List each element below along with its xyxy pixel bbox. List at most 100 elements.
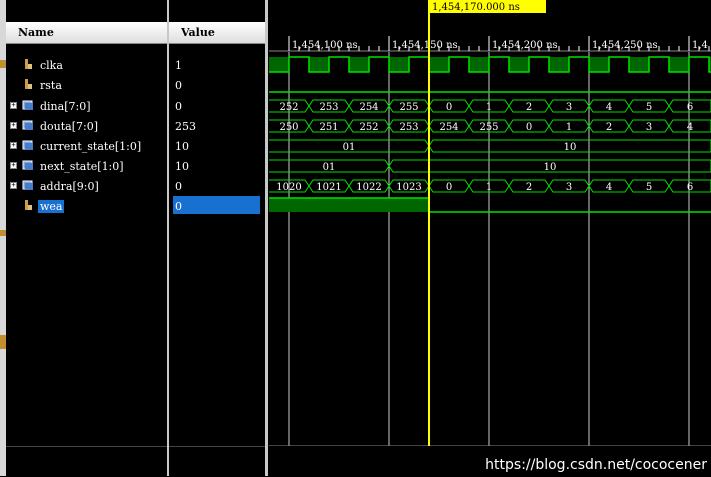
clka-low-fill bbox=[349, 57, 369, 72]
wea-high-fill bbox=[269, 198, 429, 212]
signal-row[interactable]: + addra[9:0] bbox=[6, 176, 167, 196]
signal-value: 1 bbox=[175, 59, 182, 72]
signal-value: 253 bbox=[175, 120, 196, 133]
watermark-url: https://blog.csdn.net/cococener bbox=[485, 457, 707, 473]
bus-signal-icon bbox=[22, 140, 33, 150]
dina-value-label: 0 bbox=[446, 102, 452, 113]
bit-signal-icon bbox=[25, 79, 32, 89]
clka-low-fill bbox=[269, 57, 289, 72]
clka-low-fill bbox=[389, 57, 409, 72]
addra-value-label: 3 bbox=[566, 182, 572, 193]
dina-value-label: 252 bbox=[279, 102, 298, 113]
time-ruler-label: 1,454,150 ns bbox=[392, 40, 458, 51]
douta-value-label: 254 bbox=[439, 122, 458, 133]
column-divider[interactable] bbox=[167, 0, 169, 476]
signal-row[interactable]: clka bbox=[6, 55, 167, 75]
expand-toggle-icon[interactable]: + bbox=[10, 182, 17, 189]
dina-value-label: 5 bbox=[646, 102, 652, 113]
bus-signal-icon bbox=[22, 160, 33, 170]
bus-signal-icon bbox=[22, 100, 33, 110]
signal-name: addra[9:0] bbox=[40, 180, 99, 193]
addra-value-label: 6 bbox=[687, 182, 693, 193]
signal-row[interactable]: + next_state[1:0] bbox=[6, 156, 167, 176]
signal-name: clka bbox=[40, 59, 63, 72]
signal-row[interactable]: + douta[7:0] bbox=[6, 116, 167, 136]
signal-row[interactable]: + dina[7:0] bbox=[6, 96, 167, 116]
signal-name: next_state[1:0] bbox=[40, 160, 124, 173]
bit-signal-icon bbox=[25, 59, 32, 69]
next-state-value-label: 01 bbox=[323, 162, 336, 173]
douta-value-label: 1 bbox=[566, 122, 572, 133]
value-column-header[interactable]: Value bbox=[169, 22, 265, 44]
bit-signal-icon bbox=[25, 200, 32, 210]
addra-value-label: 2 bbox=[526, 182, 532, 193]
addra-value-label: 4 bbox=[606, 182, 612, 193]
panel-divider[interactable] bbox=[265, 0, 268, 476]
signal-value-panel bbox=[169, 0, 265, 446]
bus-signal-icon bbox=[22, 180, 33, 190]
douta-value-label: 2 bbox=[606, 122, 612, 133]
waveform-viewer[interactable]: 1,454,100 ns 1,454,150 ns 1,454,200 ns 1,45… bbox=[269, 0, 711, 446]
addra-value-label: 1 bbox=[486, 182, 492, 193]
signal-name: douta[7:0] bbox=[40, 120, 99, 133]
signal-value: 0 bbox=[175, 100, 182, 113]
expand-toggle-icon[interactable]: + bbox=[10, 142, 17, 149]
douta-value-label: 250 bbox=[279, 122, 298, 133]
current-state-value-label: 10 bbox=[564, 142, 577, 153]
signal-name: current_state[1:0] bbox=[40, 140, 142, 153]
current-state-value-label: 01 bbox=[343, 142, 356, 153]
signal-row[interactable]: + current_state[1:0] bbox=[6, 136, 167, 156]
time-ruler-label: 1,454,250 ns bbox=[592, 40, 658, 51]
douta-value-label: 3 bbox=[646, 122, 652, 133]
dina-value-label: 1 bbox=[486, 102, 492, 113]
dina-value-label: 3 bbox=[566, 102, 572, 113]
douta-value-label: 0 bbox=[526, 122, 532, 133]
dina-value-label: 253 bbox=[319, 102, 338, 113]
expand-toggle-icon[interactable]: + bbox=[10, 102, 17, 109]
signal-value: 0 bbox=[175, 180, 182, 193]
dina-value-label: 254 bbox=[359, 102, 378, 113]
clka-low-fill bbox=[589, 57, 609, 72]
time-ruler-label: 1,454,200 ns bbox=[492, 40, 558, 51]
name-panel-footer bbox=[6, 446, 167, 477]
addra-value-label: 5 bbox=[646, 182, 652, 193]
douta-value-label: 255 bbox=[479, 122, 498, 133]
douta-value-label: 252 bbox=[359, 122, 378, 133]
addra-value-label: 1020 bbox=[276, 182, 301, 193]
bus-signal-icon bbox=[22, 120, 33, 130]
addra-value-label: 1021 bbox=[316, 182, 341, 193]
clka-low-fill bbox=[429, 57, 449, 72]
time-ruler-label: 1,454,100 ns bbox=[292, 40, 358, 51]
signal-name: rsta bbox=[40, 79, 62, 92]
clka-low-fill bbox=[509, 57, 529, 72]
dina-value-label: 2 bbox=[526, 102, 532, 113]
clka-low-fill bbox=[469, 57, 489, 72]
addra-value-label: 1023 bbox=[396, 182, 421, 193]
signal-name: wea bbox=[38, 200, 65, 213]
douta-value-label: 4 bbox=[687, 122, 693, 133]
addra-value-label: 1022 bbox=[356, 182, 381, 193]
clka-low-fill bbox=[309, 57, 329, 72]
signal-name: dina[7:0] bbox=[40, 100, 91, 113]
signal-row[interactable]: wea bbox=[6, 196, 167, 216]
signal-value: 10 bbox=[175, 140, 189, 153]
expand-toggle-icon[interactable]: + bbox=[10, 162, 17, 169]
clka-low-fill bbox=[629, 57, 649, 72]
clka-low-fill bbox=[669, 57, 689, 72]
expand-toggle-icon[interactable]: + bbox=[10, 122, 17, 129]
cursor-time-label: 1,454,170.000 ns bbox=[432, 2, 520, 13]
signal-value: 0 bbox=[175, 200, 182, 213]
signal-value: 0 bbox=[175, 79, 182, 92]
name-column-header[interactable]: Name bbox=[6, 22, 167, 44]
signal-row[interactable]: rsta bbox=[6, 75, 167, 95]
dina-value-label: 4 bbox=[606, 102, 612, 113]
signal-value: 10 bbox=[175, 160, 189, 173]
dina-value-label: 6 bbox=[687, 102, 693, 113]
value-panel-footer bbox=[169, 446, 265, 477]
clka-low-fill bbox=[549, 57, 569, 72]
next-state-value-label: 10 bbox=[544, 162, 557, 173]
value-selection-highlight bbox=[173, 196, 260, 214]
dina-value-label: 255 bbox=[399, 102, 418, 113]
addra-value-label: 0 bbox=[446, 182, 452, 193]
time-ruler-label: 1,4 bbox=[692, 40, 708, 51]
